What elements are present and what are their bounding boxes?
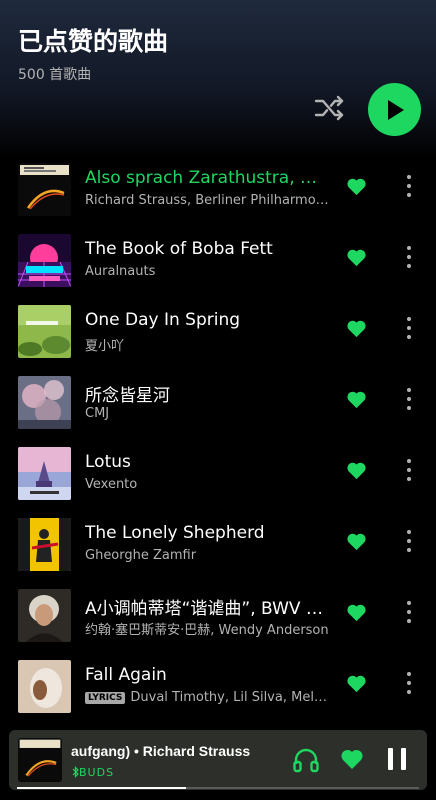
track-artist: LYRICS Duval Timothy, Lil Silva, Melanie … [85,690,330,705]
more-vertical-icon[interactable] [398,245,420,269]
album-cover [18,376,71,429]
track-title: Also sprach Zarathustra, Op. 30, TrV 176… [85,168,330,188]
playlist-header: 已点赞的歌曲 500 首歌曲 [0,0,436,160]
more-vertical-icon[interactable] [398,174,420,198]
track-row[interactable]: One Day In Spring 夏小吖 [0,292,436,363]
now-playing-bar[interactable]: aufgang) • Richard Strauss BUDS [9,730,427,790]
track-artist-text: Duval Timothy, Lil Silva, Melanie Faye [130,690,330,705]
now-playing-title: aufgang) • Richard Strauss [71,743,251,759]
album-cover [18,163,71,216]
track-title: Lotus [85,452,131,472]
track-row[interactable]: Lotus Vexento [0,434,436,505]
track-artist: 夏小吖 [85,339,125,354]
bluetooth-icon [72,766,79,778]
track-title: Fall Again [85,665,167,685]
album-cover [18,518,71,571]
heart-icon[interactable] [346,177,367,196]
track-artist: Richard Strauss, Berliner Philharmoniker [85,193,330,208]
shuffle-icon[interactable] [314,94,346,122]
album-cover [18,589,71,642]
track-artist: 约翰·塞巴斯蒂安·巴赫, Wendy Anderson [85,623,329,638]
play-icon [387,99,404,120]
album-cover [18,660,71,713]
play-button[interactable] [368,83,421,136]
heart-icon[interactable] [346,674,367,693]
lyrics-badge: LYRICS [85,692,126,704]
playback-progress-fill [17,787,186,789]
track-row[interactable]: Also sprach Zarathustra, Op. 30, TrV 176… [0,150,436,221]
album-cover [18,447,71,500]
more-vertical-icon[interactable] [398,387,420,411]
track-row[interactable]: The Lonely Shepherd Gheorghe Zamfir [0,505,436,576]
more-vertical-icon[interactable] [398,671,420,695]
more-vertical-icon[interactable] [398,529,420,553]
playback-progress-bar[interactable] [17,787,419,789]
now-playing-cover [18,738,62,782]
track-row[interactable]: A小调帕蒂塔“谐谑曲”, BWV 1013 约翰·塞巴斯蒂安·巴赫, Wendy… [0,576,436,647]
album-cover [18,234,71,287]
track-row[interactable]: The Book of Boba Fett Auralnauts [0,221,436,292]
heart-icon[interactable] [346,390,367,409]
album-cover [18,305,71,358]
more-vertical-icon[interactable] [398,458,420,482]
connected-device[interactable]: BUDS [79,766,114,779]
headphones-icon[interactable] [292,746,320,774]
track-artist: Vexento [85,477,138,492]
track-artist: Gheorghe Zamfir [85,548,197,563]
track-title: 所念皆星河 [85,386,170,406]
more-vertical-icon[interactable] [398,600,420,624]
heart-icon[interactable] [346,248,367,267]
track-title: The Lonely Shepherd [85,523,265,543]
track-title: One Day In Spring [85,310,241,330]
track-row[interactable]: 所念皆星河 CMJ [0,363,436,434]
pause-icon[interactable] [388,748,406,770]
heart-icon[interactable] [346,319,367,338]
more-vertical-icon[interactable] [398,316,420,340]
heart-icon[interactable] [346,532,367,551]
song-count: 500 首歌曲 [18,67,92,83]
track-title: A小调帕蒂塔“谐谑曲”, BWV 1013 [85,599,330,619]
track-row[interactable]: Fall Again LYRICS Duval Timothy, Lil Silv… [0,647,436,718]
heart-icon[interactable] [346,603,367,622]
track-artist: CMJ [85,406,110,421]
heart-icon[interactable] [346,461,367,480]
page-title: 已点赞的歌曲 [18,27,169,56]
track-artist: Auralnauts [85,264,156,279]
heart-icon[interactable] [340,748,364,770]
track-title: The Book of Boba Fett [85,239,273,259]
